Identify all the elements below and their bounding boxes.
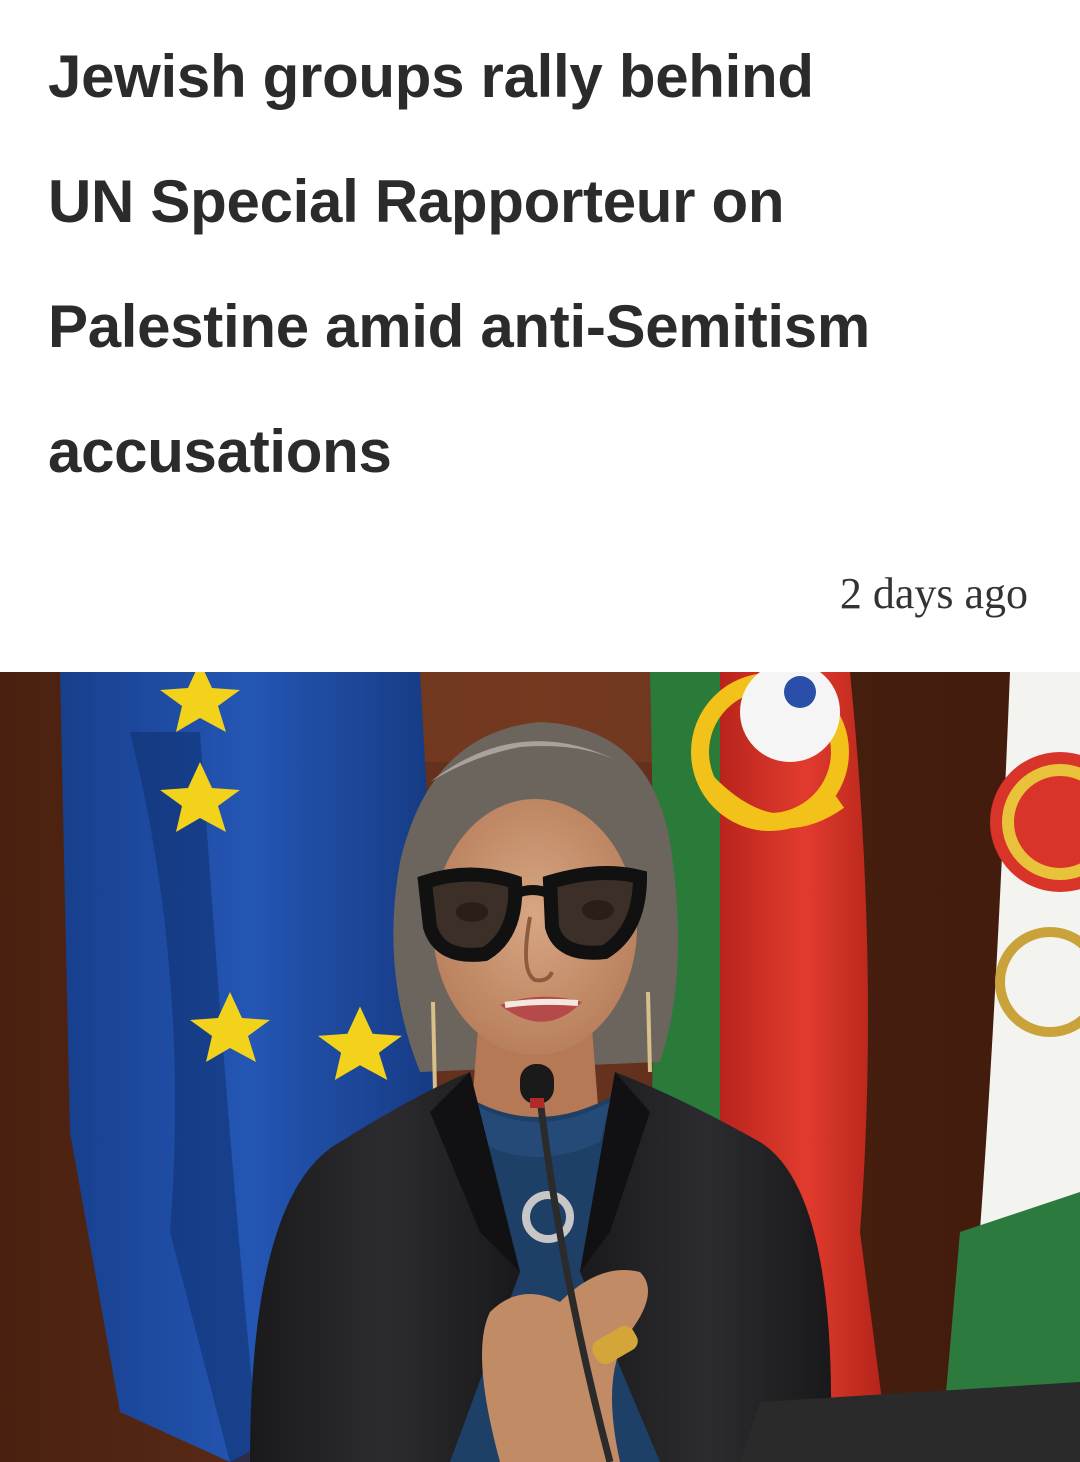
article-hero-image[interactable] (0, 672, 1080, 1462)
headline-line-3: Palestine amid anti-Semitism (48, 293, 870, 360)
headline-line-2: UN Special Rapporteur on (48, 168, 785, 235)
hero-photo-illustration (0, 672, 1080, 1462)
headline-line-4: accusations (48, 418, 392, 485)
article-page: Jewish groups rally behind UN Special Ra… (0, 0, 1080, 1462)
article-timestamp: 2 days ago (839, 569, 1028, 618)
headline-line-1: Jewish groups rally behind (48, 43, 814, 110)
article-headline[interactable]: Jewish groups rally behind UN Special Ra… (48, 14, 1048, 514)
